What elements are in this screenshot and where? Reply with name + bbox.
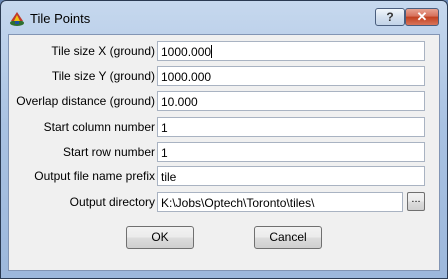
browse-button[interactable]: ...	[407, 192, 425, 211]
output-dir-input[interactable]: K:\Jobs\Optech\Toronto\tiles\	[157, 192, 403, 212]
cancel-button[interactable]: Cancel	[254, 226, 322, 249]
title-bar[interactable]: Tile Points ? ✕	[1, 1, 447, 35]
overlap-input[interactable]: 10.000	[157, 91, 425, 111]
tile-size-y-label: Tile size Y (ground)	[51, 69, 155, 83]
tile-size-x-value: 1000.000	[161, 45, 212, 59]
prefix-row: Output file name prefix tile	[9, 165, 441, 187]
start-row-label: Start row number	[62, 145, 155, 159]
tile-size-y-input[interactable]: 1000.000	[157, 66, 425, 86]
output-dir-row: Output directory K:\Jobs\Optech\Toronto\…	[9, 191, 441, 213]
start-row-input[interactable]: 1	[157, 142, 425, 162]
prefix-label: Output file name prefix	[34, 169, 155, 183]
tile-size-x-label: Tile size X (ground)	[51, 44, 155, 58]
output-dir-label: Output directory	[69, 195, 155, 209]
start-column-label: Start column number	[43, 120, 155, 134]
overlap-row: Overlap distance (ground) 10.000	[9, 90, 441, 112]
window-title: Tile Points	[30, 11, 91, 26]
prefix-input[interactable]: tile	[157, 166, 425, 186]
help-button[interactable]: ?	[375, 8, 405, 26]
overlap-label: Overlap distance (ground)	[16, 94, 155, 108]
tile-size-y-row: Tile size Y (ground) 1000.000	[9, 65, 441, 87]
app-icon	[10, 12, 24, 26]
tile-size-x-row: Tile size X (ground) 1000.000	[9, 40, 441, 62]
ok-button[interactable]: OK	[126, 226, 194, 249]
tile-points-dialog: Tile Points ? ✕ Tile size X (ground) 100…	[0, 0, 448, 279]
start-column-row: Start column number 1	[9, 116, 441, 138]
tile-size-x-input[interactable]: 1000.000	[157, 41, 425, 61]
dialog-body: Tile size X (ground) 1000.000 Tile size …	[8, 34, 440, 271]
start-column-input[interactable]: 1	[157, 117, 425, 137]
start-row-row: Start row number 1	[9, 141, 441, 163]
close-button[interactable]: ✕	[405, 8, 439, 26]
text-caret	[211, 45, 213, 58]
